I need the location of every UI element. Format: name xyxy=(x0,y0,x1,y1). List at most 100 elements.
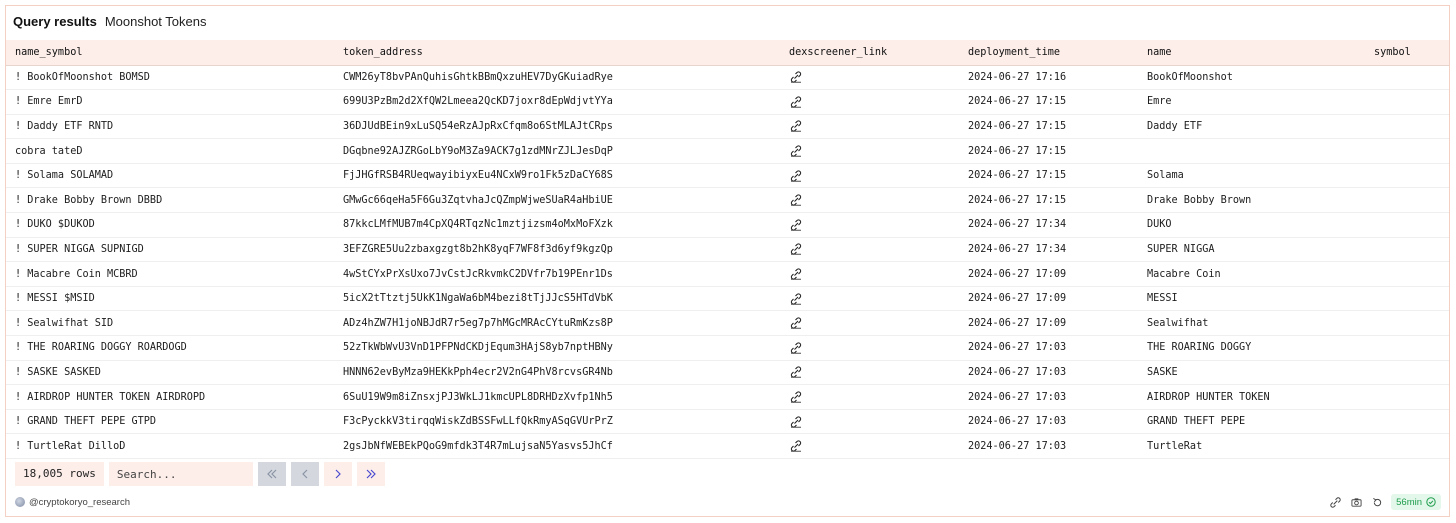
avatar xyxy=(15,497,25,507)
symbol-cell xyxy=(1365,213,1449,238)
camera-icon xyxy=(1351,497,1362,507)
symbol-cell xyxy=(1365,90,1449,115)
column-header[interactable]: deployment_time xyxy=(959,40,1138,65)
symbol-cell xyxy=(1365,286,1449,311)
name-cell: Sealwifhat xyxy=(1147,317,1209,329)
link-icon[interactable] xyxy=(789,145,803,157)
column-header[interactable]: symbol xyxy=(1365,40,1449,65)
name-symbol-cell: ! BookOfMoonshot BOMSD xyxy=(15,71,150,83)
table-row: ! Macabre Coin MCBRD 4wStCYxPrXsUxo7JvCst… xyxy=(6,262,1449,287)
table-body: ! BookOfMoonshot BOMSD CWM26yT8bvPAnQuhis… xyxy=(6,65,1449,459)
symbol-cell xyxy=(1365,114,1449,139)
link-icon[interactable] xyxy=(789,391,803,403)
deployment-time-cell: 2024-06-27 17:03 xyxy=(968,440,1067,452)
last-page-button[interactable] xyxy=(356,462,385,486)
link-icon[interactable] xyxy=(789,342,803,354)
link-icon[interactable] xyxy=(789,293,803,305)
dexscreener-link-cell xyxy=(780,336,959,361)
column-header[interactable]: name xyxy=(1138,40,1365,65)
symbol-cell xyxy=(1365,434,1449,459)
table-row: ! Solama SOLAMAD FjJHGfRSB4RUeqwayibiyxEu… xyxy=(6,163,1449,188)
dexscreener-link-cell xyxy=(780,163,959,188)
link-icon[interactable] xyxy=(789,317,803,329)
deployment-time-cell: 2024-06-27 17:15 xyxy=(968,96,1067,108)
name-cell: THE ROARING DOGGY xyxy=(1147,342,1252,354)
dexscreener-link-cell xyxy=(780,286,959,311)
name-symbol-cell: ! Daddy ETF RNTD xyxy=(15,120,114,132)
table-row: ! SUPER NIGGA SUPNIGD 3EFZGRE5Uu2zbaxgzgt… xyxy=(6,237,1449,262)
name-symbol-cell: ! TurtleRat DilloD xyxy=(15,440,126,452)
link-icon[interactable] xyxy=(789,440,803,452)
name-symbol-cell: ! DUKO $DUKOD xyxy=(15,219,95,231)
table-row: ! Emre EmrD 699U3PzBm2d2XfQW2Lmeea2QcKD7j… xyxy=(6,90,1449,115)
name-cell: Drake Bobby Brown xyxy=(1147,194,1252,206)
author-credit[interactable]: @cryptokoryo_research xyxy=(15,495,130,509)
token-address-cell: FjJHGfRSB4RUeqwayibiyxEu4NCxW9ro1Fk5zDaC… xyxy=(343,170,613,182)
name-symbol-cell: cobra tateD xyxy=(15,145,83,157)
embed-button[interactable] xyxy=(1329,496,1341,508)
previous-page-button[interactable] xyxy=(290,462,319,486)
column-header[interactable]: dexscreener_link xyxy=(780,40,959,65)
deployment-time-cell: 2024-06-27 17:34 xyxy=(968,219,1067,231)
embed-icon xyxy=(1329,496,1341,508)
double-chevron-left-icon xyxy=(267,469,277,479)
dexscreener-link-cell xyxy=(780,139,959,164)
table-row: ! DUKO $DUKOD 87kkcLMfMUB7m4CpXQ4RTqzNc1m… xyxy=(6,213,1449,238)
name-symbol-cell: ! Drake Bobby Brown DBBD xyxy=(15,194,163,206)
token-address-cell: 699U3PzBm2d2XfQW2Lmeea2QcKD7joxr8dEpWdjv… xyxy=(343,96,613,108)
panel-title: Query results xyxy=(13,14,97,29)
dexscreener-link-cell xyxy=(780,213,959,238)
link-icon[interactable] xyxy=(789,219,803,231)
dexscreener-link-cell xyxy=(780,237,959,262)
symbol-cell xyxy=(1365,163,1449,188)
token-address-cell: 2gsJbNfWEBEkPQoG9mfdk3T4R7mLujsaN5Yasvs5… xyxy=(343,440,613,452)
link-icon[interactable] xyxy=(789,96,803,108)
dexscreener-link-cell xyxy=(780,90,959,115)
chevron-left-icon xyxy=(302,469,308,479)
dexscreener-link-cell xyxy=(780,360,959,385)
link-icon[interactable] xyxy=(789,268,803,280)
name-cell: AIRDROP HUNTER TOKEN xyxy=(1147,391,1270,403)
deployment-time-cell: 2024-06-27 17:03 xyxy=(968,391,1067,403)
name-symbol-cell: ! THE ROARING DOGGY ROARDOGD xyxy=(15,342,187,354)
search-input[interactable] xyxy=(108,462,253,486)
symbol-cell xyxy=(1365,336,1449,361)
freshness-badge: 56min xyxy=(1391,494,1441,510)
token-address-cell: 36DJUdBEin9xLuSQ54eRzAJpRxCfqm8o6StMLAJt… xyxy=(343,120,613,132)
first-page-button[interactable] xyxy=(257,462,286,486)
dexscreener-link-cell xyxy=(780,65,959,90)
deployment-time-cell: 2024-06-27 17:15 xyxy=(968,194,1067,206)
name-symbol-cell: ! Solama SOLAMAD xyxy=(15,170,114,182)
check-circle-icon xyxy=(1426,497,1436,507)
link-icon[interactable] xyxy=(789,120,803,133)
table-row: ! TurtleRat DilloD 2gsJbNfWEBEkPQoG9mfdk3… xyxy=(6,434,1449,459)
query-name[interactable]: Moonshot Tokens xyxy=(105,14,207,29)
link-icon[interactable] xyxy=(789,71,803,83)
name-cell xyxy=(1138,139,1365,164)
link-icon[interactable] xyxy=(789,170,803,182)
name-cell: TurtleRat xyxy=(1147,440,1203,452)
table-row: ! BookOfMoonshot BOMSD CWM26yT8bvPAnQuhis… xyxy=(6,65,1449,90)
column-header[interactable]: name_symbol xyxy=(6,40,334,65)
refresh-button[interactable] xyxy=(1371,496,1383,508)
table-header-row: name_symbol token_address dexscreener_li… xyxy=(6,40,1449,65)
table-row: ! Sealwifhat SID ADz4hZW7H1joNBJdR7r5eg7p… xyxy=(6,311,1449,336)
dexscreener-link-cell xyxy=(780,409,959,434)
link-icon[interactable] xyxy=(789,243,803,256)
token-address-cell: 3EFZGRE5Uu2zbaxgzgt8b2hK8yqF7WF8f3d6yf9k… xyxy=(343,243,613,255)
token-address-cell: 4wStCYxPrXsUxo7JvCstJcRkvmkC2DVfr7b19PEn… xyxy=(343,268,613,280)
column-header[interactable]: token_address xyxy=(334,40,780,65)
deployment-time-cell: 2024-06-27 17:15 xyxy=(968,145,1067,157)
name-cell: DUKO xyxy=(1147,219,1172,231)
link-icon[interactable] xyxy=(789,366,803,379)
name-cell: GRAND THEFT PEPE xyxy=(1147,416,1246,428)
dexscreener-link-cell xyxy=(780,262,959,287)
name-symbol-cell: ! Sealwifhat SID xyxy=(15,317,114,329)
link-icon[interactable] xyxy=(789,194,803,206)
symbol-cell xyxy=(1365,262,1449,287)
screenshot-button[interactable] xyxy=(1350,496,1362,508)
token-address-cell: HNNN62evByMza9HEKkPph4ecr2V2nG4PhV8rcvsG… xyxy=(343,366,613,378)
freshness-label: 56min xyxy=(1396,496,1422,508)
next-page-button[interactable] xyxy=(323,462,352,486)
link-icon[interactable] xyxy=(789,416,803,428)
